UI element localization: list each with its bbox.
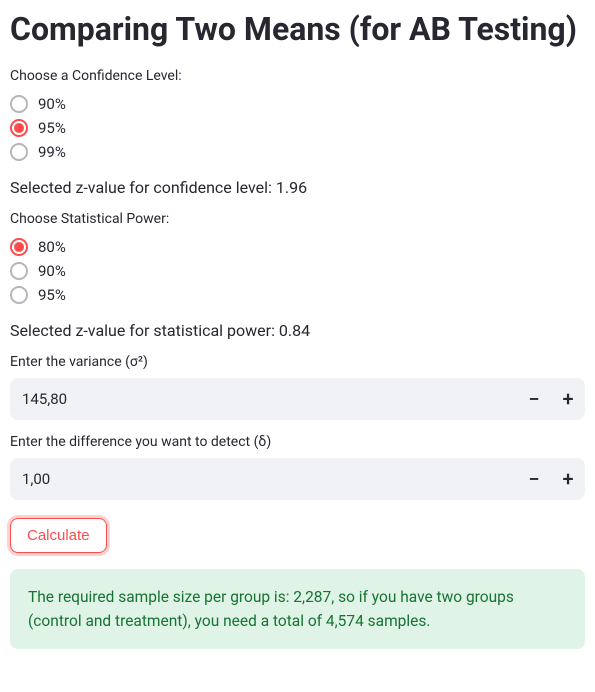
variance-stepper: − + bbox=[10, 378, 585, 420]
power-z-text: Selected z-value for statistical power: … bbox=[10, 321, 585, 340]
power-option-95[interactable]: 95% bbox=[10, 283, 585, 307]
power-option-90[interactable]: 90% bbox=[10, 259, 585, 283]
radio-unchecked-icon bbox=[10, 262, 28, 280]
variance-label: Enter the variance (σ²) bbox=[10, 354, 585, 370]
radio-label: 90% bbox=[38, 262, 66, 280]
radio-label: 95% bbox=[38, 286, 66, 304]
power-radio-group: 80% 90% 95% bbox=[10, 235, 585, 307]
variance-input[interactable] bbox=[10, 380, 517, 418]
minus-icon[interactable]: − bbox=[517, 458, 551, 500]
confidence-option-99[interactable]: 99% bbox=[10, 140, 585, 164]
page-title: Comparing Two Means (for AB Testing) bbox=[10, 10, 585, 48]
plus-icon[interactable]: + bbox=[551, 458, 585, 500]
power-option-80[interactable]: 80% bbox=[10, 235, 585, 259]
radio-unchecked-icon bbox=[10, 286, 28, 304]
power-label: Choose Statistical Power: bbox=[10, 211, 585, 227]
radio-label: 80% bbox=[38, 238, 66, 256]
radio-label: 99% bbox=[38, 143, 66, 161]
calculate-button[interactable]: Calculate bbox=[10, 518, 107, 553]
radio-label: 95% bbox=[38, 119, 66, 137]
radio-checked-icon bbox=[10, 238, 28, 256]
radio-label: 90% bbox=[38, 95, 66, 113]
radio-checked-icon bbox=[10, 119, 28, 137]
confidence-radio-group: 90% 95% 99% bbox=[10, 92, 585, 164]
difference-input[interactable] bbox=[10, 460, 517, 498]
difference-stepper: − + bbox=[10, 458, 585, 500]
confidence-option-90[interactable]: 90% bbox=[10, 92, 585, 116]
confidence-label: Choose a Confidence Level: bbox=[10, 68, 585, 84]
radio-unchecked-icon bbox=[10, 95, 28, 113]
difference-label: Enter the difference you want to detect … bbox=[10, 434, 585, 450]
minus-icon[interactable]: − bbox=[517, 378, 551, 420]
result-message: The required sample size per group is: 2… bbox=[10, 569, 585, 649]
confidence-option-95[interactable]: 95% bbox=[10, 116, 585, 140]
plus-icon[interactable]: + bbox=[551, 378, 585, 420]
radio-unchecked-icon bbox=[10, 143, 28, 161]
confidence-z-text: Selected z-value for confidence level: 1… bbox=[10, 178, 585, 197]
